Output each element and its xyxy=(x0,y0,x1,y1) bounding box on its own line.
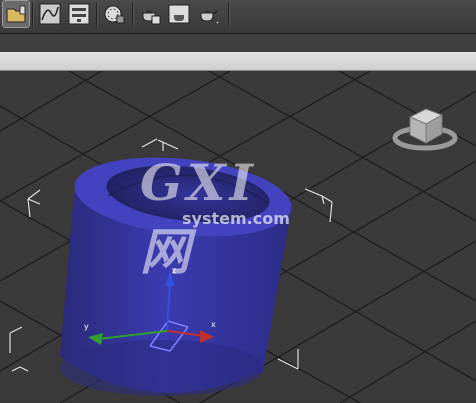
schematic-view-button[interactable] xyxy=(66,1,92,27)
rendered-frame-window-button[interactable] xyxy=(166,1,192,27)
open-file-button[interactable] xyxy=(2,0,30,28)
viewport-label-bar xyxy=(0,52,476,71)
frame-window-icon xyxy=(168,4,190,24)
render-setup-teapot-icon xyxy=(142,10,161,25)
folder-icon xyxy=(6,5,26,23)
main-toolbar xyxy=(0,0,476,34)
blue-tube-object[interactable] xyxy=(60,148,295,396)
perspective-viewport[interactable]: z y x GXI网 system.com xyxy=(0,71,476,403)
render-setup-button[interactable] xyxy=(137,1,163,27)
y-axis-label: y xyxy=(84,322,89,331)
z-axis-label: z xyxy=(172,266,176,275)
schematic-icon xyxy=(68,3,90,25)
material-sphere-icon xyxy=(104,5,125,24)
scene: z y x xyxy=(0,71,476,403)
material-editor-button[interactable] xyxy=(101,1,127,27)
render-production-button[interactable] xyxy=(195,1,221,27)
x-axis-label: x xyxy=(211,320,216,329)
toolbar-gap xyxy=(0,34,476,52)
curve-editor-button[interactable] xyxy=(37,1,63,27)
curve-editor-icon xyxy=(39,3,61,25)
viewcube-icon[interactable] xyxy=(392,108,458,151)
teapot-icon xyxy=(200,10,219,24)
